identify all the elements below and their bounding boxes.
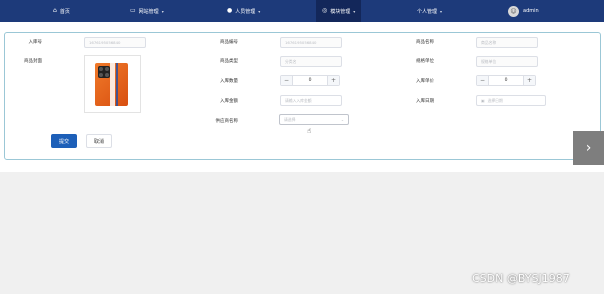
spec-unit-field[interactable]: 规格单位 (476, 56, 538, 67)
inbound-date-label: 入库日期 (416, 99, 434, 104)
inbound-qty-value[interactable]: 0 (293, 76, 327, 85)
mouse-cursor-icon: ☝ (307, 127, 312, 135)
increment-button[interactable]: + (327, 76, 339, 85)
nav-site-label: 网站管理 (138, 8, 159, 15)
next-arrow-button[interactable]: › (573, 131, 604, 165)
inbound-no-field[interactable]: 1676195056840 (84, 37, 146, 48)
inbound-no-label: 入库号 (28, 40, 43, 45)
supplier-label: 供应商名称 (215, 119, 239, 124)
supplier-select[interactable]: 请选择 ⌄ (279, 114, 349, 125)
decrement-button[interactable]: − (477, 76, 489, 85)
inbound-amount-label: 入库金额 (220, 99, 238, 104)
username: admin (523, 8, 539, 14)
nav-profile-label: 个人管理 (417, 8, 438, 15)
product-type-field[interactable]: 分类名 (280, 56, 342, 67)
spec-unit-label: 规格单位 (416, 59, 434, 64)
home-icon: ⌂ (53, 7, 57, 14)
product-image-upload[interactable] (84, 55, 141, 113)
nav-profile-management[interactable]: 个人管理 ▾ (417, 0, 442, 22)
product-name-label: 商品名称 (416, 40, 434, 45)
user-icon: ● (227, 7, 233, 14)
monitor-icon: ▭ (130, 7, 136, 14)
nav-site-management[interactable]: ▭ 网站管理 ▾ (130, 0, 164, 22)
supplier-placeholder: 请选择 (284, 116, 296, 122)
inbound-qty-stepper[interactable]: − 0 + (280, 75, 340, 86)
nav-inventory-label: 模块管理 (330, 8, 351, 15)
top-navbar: ⌂ 首页 ▭ 网站管理 ▾ ● 人员管理 ▾ ◎ 模块管理 ▾ 个人管理 ▾ ☺… (0, 0, 604, 22)
camera-module (98, 66, 110, 78)
watermark: CSDN @BYSJ1987 (472, 272, 570, 285)
product-name-field[interactable]: 商品名称 (476, 37, 538, 48)
chevron-down-icon: ▾ (161, 8, 164, 14)
chevron-down-icon: ⌄ (340, 117, 344, 122)
user-menu[interactable]: ☺ admin (508, 5, 539, 17)
product-code-label: 商品编号 (220, 40, 238, 45)
phone-image-icon (95, 63, 128, 106)
cancel-button[interactable]: 取消 (86, 134, 112, 148)
decrement-button[interactable]: − (281, 76, 293, 85)
inbound-price-value[interactable]: 0 (489, 76, 523, 85)
submit-button[interactable]: 提交 (51, 134, 77, 148)
inbound-price-stepper[interactable]: − 0 + (476, 75, 536, 86)
avatar: ☺ (508, 5, 519, 17)
inbound-qty-label: 入库数量 (220, 79, 238, 84)
nav-personnel-management[interactable]: ● 人员管理 ▾ (227, 0, 260, 22)
stripe-decoration (110, 63, 115, 106)
inbound-price-label: 入库单价 (416, 79, 434, 84)
inbound-amount-field[interactable]: 请输入入库金额 (280, 95, 342, 106)
nav-home-label: 首页 (59, 8, 70, 15)
chevron-down-icon: ▾ (258, 8, 261, 14)
inbound-date-picker[interactable]: ▣ 选择日期 (476, 95, 546, 106)
chevron-down-icon: ▾ (353, 8, 356, 14)
increment-button[interactable]: + (523, 76, 535, 85)
nav-home[interactable]: ⌂ 首页 (53, 0, 70, 22)
nav-inventory-management[interactable]: ◎ 模块管理 ▾ (316, 0, 362, 22)
inbound-date-placeholder: 选择日期 (487, 97, 503, 103)
nav-personnel-label: 人员管理 (235, 8, 256, 15)
calendar-icon: ▣ (481, 98, 485, 103)
product-image-label: 商品封面 (24, 59, 42, 64)
stripe-decoration (116, 63, 118, 106)
product-type-label: 商品类型 (220, 59, 238, 64)
circle-icon: ◎ (322, 7, 328, 14)
chevron-down-icon: ▾ (440, 8, 443, 14)
product-code-field[interactable]: 1676195056840 (280, 37, 342, 48)
